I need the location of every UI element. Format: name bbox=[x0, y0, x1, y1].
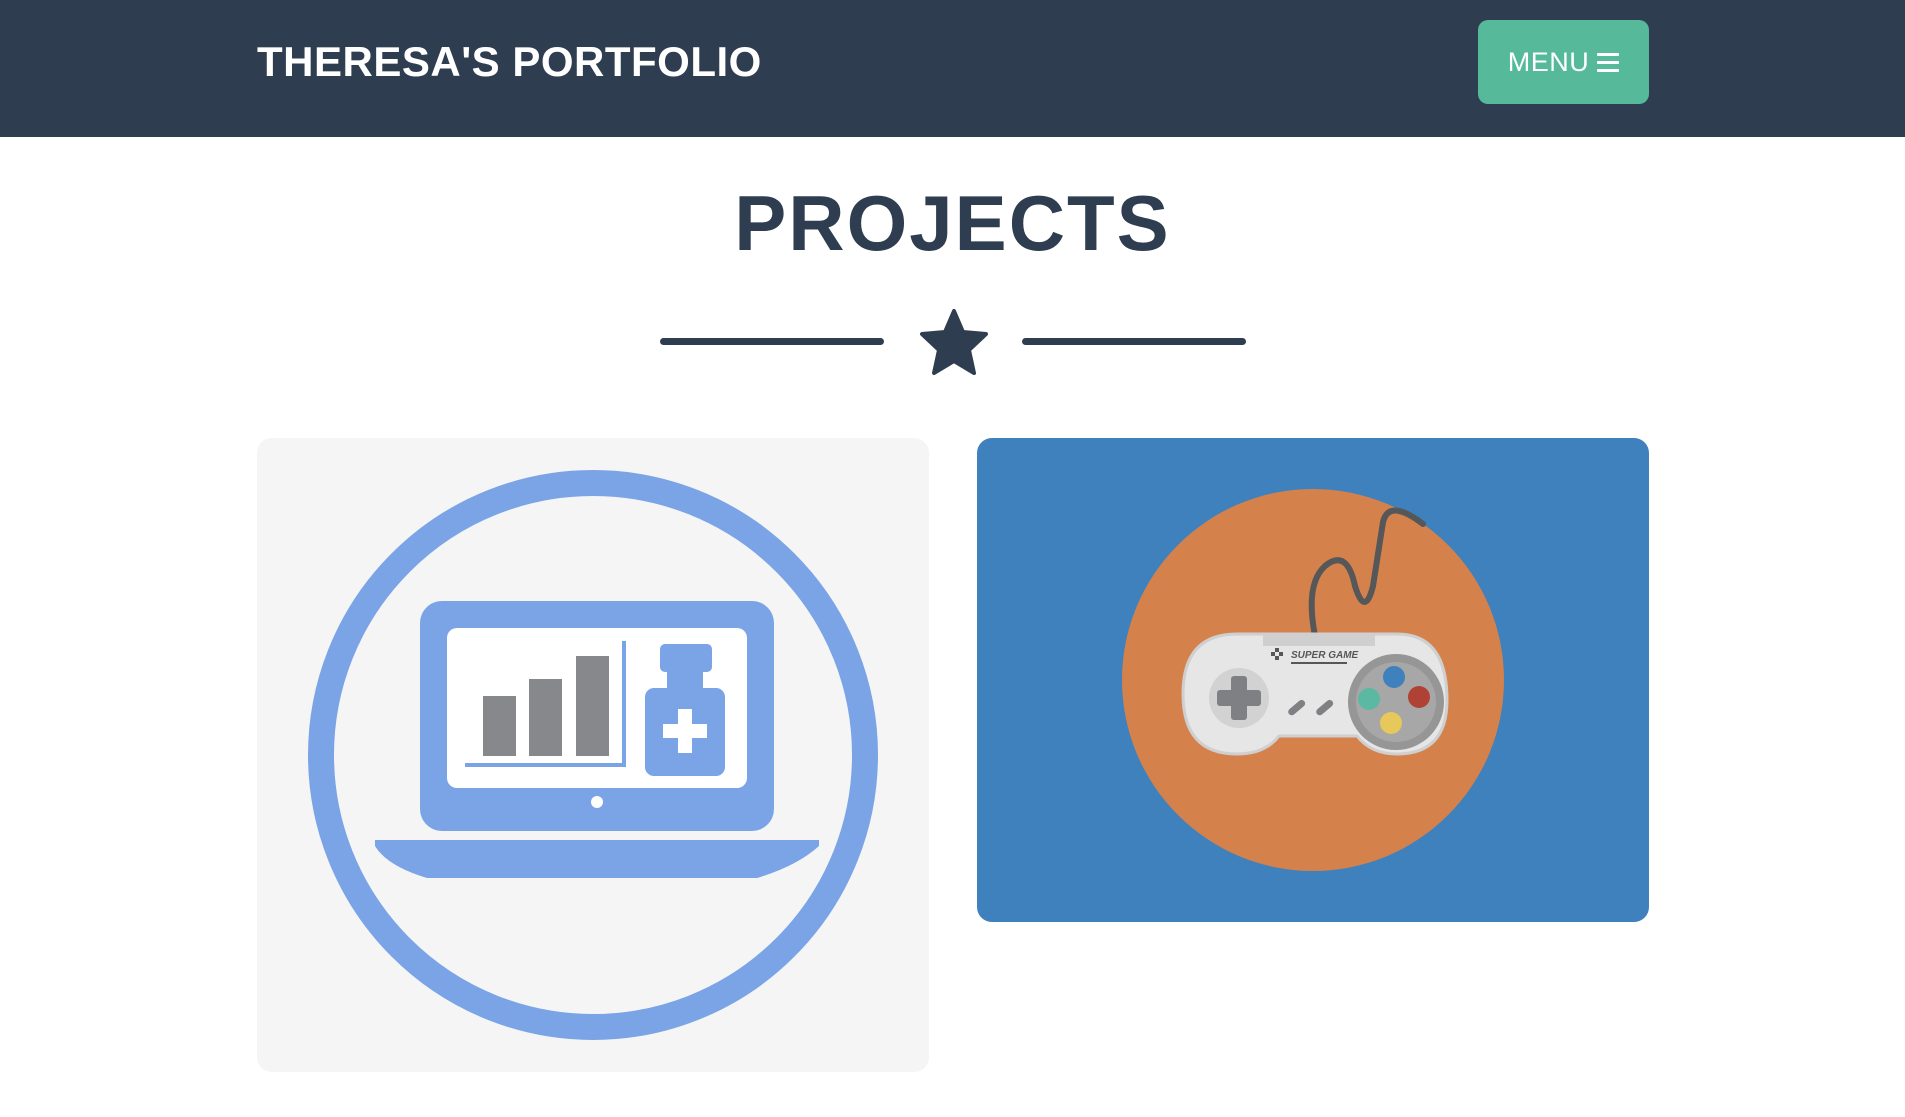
section-title: PROJECTS bbox=[734, 179, 1171, 267]
laptop-health-chart-icon bbox=[308, 470, 878, 1040]
section-divider bbox=[660, 307, 1246, 377]
brand-link[interactable]: THERESA'S PORTFOLIO bbox=[257, 36, 762, 88]
divider-line-left bbox=[660, 338, 884, 345]
controller-logo-text: SUPER GAME bbox=[1291, 650, 1359, 661]
star-icon bbox=[920, 309, 988, 375]
project-card-health-dashboard[interactable] bbox=[257, 438, 929, 1072]
game-controller-icon: SUPER GAME bbox=[1122, 489, 1504, 871]
divider-line-right bbox=[1022, 338, 1246, 345]
navbar: THERESA'S PORTFOLIO MENU bbox=[0, 0, 1905, 137]
menu-button[interactable]: MENU bbox=[1478, 20, 1649, 104]
hamburger-icon bbox=[1597, 52, 1620, 72]
menu-label: MENU bbox=[1507, 46, 1590, 77]
project-card-game[interactable]: SUPER GAME bbox=[977, 438, 1649, 922]
